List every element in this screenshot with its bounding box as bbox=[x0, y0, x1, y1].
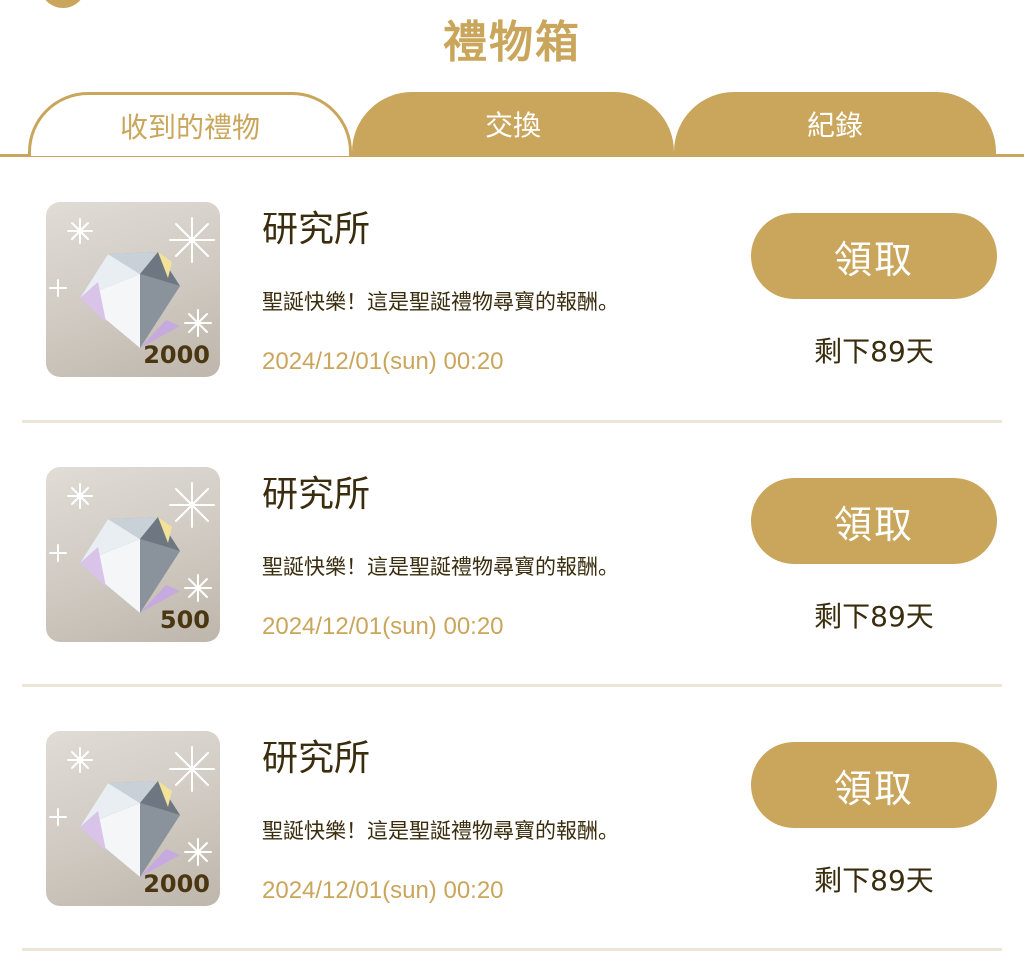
gift-quantity: 2000 bbox=[143, 341, 210, 369]
tab-history[interactable]: 紀錄 bbox=[674, 92, 996, 156]
tab-label: 交換 bbox=[484, 109, 541, 142]
gift-date: 2024/12/01(sun) 00:20 bbox=[262, 877, 504, 904]
gift-thumbnail: 500 bbox=[46, 467, 220, 642]
tab-exchange[interactable]: 交換 bbox=[352, 92, 674, 156]
gift-thumbnail: 2000 bbox=[46, 202, 220, 377]
gift-list-item: 2000 研究所 聖誕快樂！這是聖誕禮物尋寶的報酬。 2024/12/01(su… bbox=[0, 158, 1024, 422]
claim-button[interactable]: 領取 bbox=[751, 742, 997, 828]
claim-button[interactable]: 領取 bbox=[751, 213, 997, 299]
gift-sender: 研究所 bbox=[262, 474, 371, 515]
tab-label: 收到的禮物 bbox=[119, 110, 260, 144]
gift-sender: 研究所 bbox=[262, 738, 371, 779]
tab-received-gifts[interactable]: 收到的禮物 bbox=[28, 92, 352, 156]
claim-button[interactable]: 領取 bbox=[751, 478, 997, 564]
gift-message: 聖誕快樂！這是聖誕禮物尋寶的報酬。 bbox=[262, 819, 619, 843]
gift-list-item: 2000 研究所 聖誕快樂！這是聖誕禮物尋寶的報酬。 2024/12/01(su… bbox=[0, 687, 1024, 951]
gift-date: 2024/12/01(sun) 00:20 bbox=[262, 348, 504, 375]
gift-sender: 研究所 bbox=[262, 209, 371, 250]
gift-list-item: 500 研究所 聖誕快樂！這是聖誕禮物尋寶的報酬。 2024/12/01(sun… bbox=[0, 423, 1024, 687]
gift-date: 2024/12/01(sun) 00:20 bbox=[262, 613, 504, 640]
gift-thumbnail: 2000 bbox=[46, 731, 220, 906]
gift-quantity: 500 bbox=[159, 606, 210, 634]
days-remaining: 剩下89天 bbox=[814, 600, 934, 633]
days-remaining: 剩下89天 bbox=[814, 335, 934, 368]
tab-bar: 收到的禮物 交換 紀錄 bbox=[0, 92, 1024, 158]
gift-message: 聖誕快樂！這是聖誕禮物尋寶的報酬。 bbox=[262, 555, 619, 579]
page-title: 禮物箱 bbox=[443, 17, 581, 68]
gift-box-screen: 禮物箱 收到的禮物 交換 紀錄 2000 研究所 聖誕快樂！這是聖誕禮物尋寶的報… bbox=[0, 0, 1024, 954]
gift-message: 聖誕快樂！這是聖誕禮物尋寶的報酬。 bbox=[262, 290, 619, 314]
list-divider bbox=[22, 948, 1002, 951]
gift-quantity: 2000 bbox=[143, 870, 210, 898]
days-remaining: 剩下89天 bbox=[814, 864, 934, 897]
tab-label: 紀錄 bbox=[806, 109, 863, 142]
